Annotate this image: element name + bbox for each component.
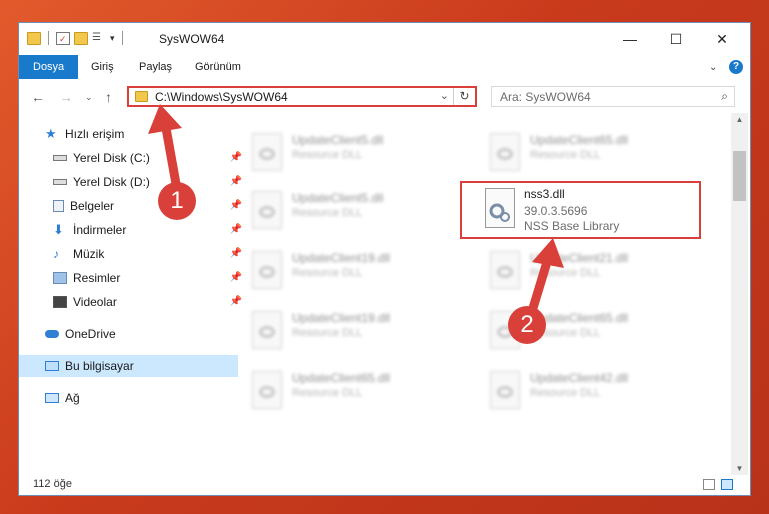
chevron-down-icon[interactable]: ▾ <box>110 33 115 44</box>
dll-file-icon <box>252 371 282 409</box>
search-input[interactable]: Ara: SysWOW64 <box>500 90 591 104</box>
sidebar-item-label: Yerel Disk (C:) <box>73 151 150 165</box>
file-highlight-box <box>460 181 701 239</box>
recent-locations-icon[interactable]: ⌄ <box>85 92 93 103</box>
sidebar-item-music[interactable]: ♪ Müzik 📌 <box>19 243 246 265</box>
sidebar-item-network[interactable]: Ağ <box>19 387 238 409</box>
list-item[interactable]: UpdateClient65.dll Resource DLL <box>482 129 702 181</box>
sidebar-item-disk-d[interactable]: Yerel Disk (D:) 📌 <box>19 171 246 193</box>
tab-file[interactable]: Dosya <box>19 55 79 79</box>
sidebar-item-label: Resimler <box>73 271 121 285</box>
close-button[interactable]: ✕ <box>699 23 745 55</box>
sidebar-item-label: Yerel Disk (D:) <box>73 175 150 189</box>
documents-icon <box>53 200 64 212</box>
help-icon: ? <box>729 60 743 74</box>
dll-file-icon <box>252 311 282 349</box>
chevron-down-icon: ⌄ <box>709 61 718 73</box>
folder-icon <box>27 31 41 45</box>
ribbon-expand[interactable]: ⌄ <box>709 59 717 75</box>
window-title: SysWOW64 <box>159 32 225 46</box>
sidebar-item-documents[interactable]: Belgeler 📌 <box>19 195 246 217</box>
dll-file-icon <box>490 133 520 171</box>
divider <box>48 31 49 45</box>
file-list: UpdateClient5.dll Resource DLL UpdateCli… <box>232 117 730 473</box>
scroll-up-icon[interactable]: ▲ <box>731 115 748 124</box>
properties-icon[interactable]: ✓ <box>56 31 70 45</box>
drive-icon <box>53 155 67 161</box>
minimize-button[interactable]: — <box>607 23 653 55</box>
dll-file-icon <box>252 251 282 289</box>
list-item[interactable]: UpdateClient21.dll Resource DLL <box>482 247 702 299</box>
list-item[interactable]: UpdateClient5.dll Resource DLL <box>244 187 464 239</box>
search-icon[interactable]: ⌕ <box>721 89 728 104</box>
list-item[interactable]: UpdateClient5.dll Resource DLL <box>244 129 464 181</box>
divider <box>121 31 123 45</box>
sidebar-item-quick-access[interactable]: ★ Hızlı erişim <box>19 123 238 145</box>
sidebar-item-label: Müzik <box>73 247 105 261</box>
dll-file-icon <box>490 371 520 409</box>
new-folder-icon[interactable] <box>74 31 88 45</box>
sidebar-item-onedrive[interactable]: OneDrive <box>19 323 238 345</box>
sidebar-item-label: Hızlı erişim <box>65 127 125 141</box>
drive-icon <box>53 179 67 185</box>
scroll-thumb[interactable] <box>733 151 746 201</box>
refresh-icon[interactable]: ↻ <box>453 88 475 105</box>
dll-file-icon <box>490 251 520 289</box>
step-badge-1: 1 <box>158 182 196 220</box>
step-badge-2: 2 <box>508 306 546 344</box>
forward-arrow-icon[interactable]: → <box>59 89 73 105</box>
back-arrow-icon[interactable]: ← <box>31 89 45 105</box>
address-path[interactable]: C:\Windows\SysWOW64 <box>155 90 288 104</box>
vertical-scrollbar[interactable]: ▲ ▼ <box>731 113 748 475</box>
explorer-window: ✓ ☰ ▾ SysWOW64 — ☐ ✕ Dosya Giriş Paylaş … <box>18 22 751 496</box>
list-item[interactable]: UpdateClient65.dll Resource DLL <box>244 367 464 419</box>
list-item[interactable]: UpdateClient42.dll Resource DLL <box>482 367 702 419</box>
up-arrow-icon[interactable]: ↑ <box>105 89 112 105</box>
details-view-icon[interactable] <box>703 479 715 490</box>
status-bar: 112 öğe <box>19 475 750 495</box>
sidebar-item-label: İndirmeler <box>73 223 127 237</box>
sidebar-item-label: Ağ <box>65 391 80 405</box>
help-button[interactable]: ? <box>729 59 743 75</box>
sidebar-item-label: Belgeler <box>70 199 115 213</box>
videos-icon <box>53 296 67 308</box>
sidebar-item-label: OneDrive <box>65 327 116 341</box>
item-count: 112 öğe <box>33 478 72 490</box>
dll-file-icon <box>252 133 282 171</box>
customize-icon[interactable]: ☰ <box>92 32 106 45</box>
list-item[interactable]: UpdateClient19.dll Resource DLL <box>244 307 464 359</box>
address-dropdown-icon[interactable]: ⌄ <box>440 89 449 102</box>
ribbon-tabs: Dosya Giriş Paylaş Görünüm ⌄ ? <box>19 55 750 79</box>
pictures-icon <box>53 272 67 284</box>
music-icon: ♪ <box>53 247 59 261</box>
tab-share[interactable]: Paylaş <box>129 55 182 79</box>
tab-view[interactable]: Görünüm <box>185 55 251 79</box>
address-bar[interactable]: C:\Windows\SysWOW64 ⌄ ↻ <box>127 86 477 107</box>
sidebar-item-this-pc[interactable]: Bu bilgisayar <box>19 355 238 377</box>
list-item[interactable]: UpdateClient19.dll Resource DLL <box>244 247 464 299</box>
navigation-bar: ← → ⌄ ↑ C:\Windows\SysWOW64 ⌄ ↻ Ara: Sys… <box>19 81 750 113</box>
cloud-icon <box>45 330 59 338</box>
dll-file-icon <box>252 191 282 229</box>
sidebar-item-downloads[interactable]: ⬇ İndirmeler 📌 <box>19 219 246 241</box>
network-icon <box>45 393 59 403</box>
title-bar: ✓ ☰ ▾ SysWOW64 — ☐ ✕ <box>19 23 750 55</box>
sidebar-item-videos[interactable]: Videolar 📌 <box>19 291 246 313</box>
sidebar-item-disk-c[interactable]: Yerel Disk (C:) 📌 <box>19 147 246 169</box>
quick-access-toolbar: ✓ ☰ ▾ <box>27 31 126 45</box>
navigation-pane: ★ Hızlı erişim Yerel Disk (C:) 📌 Yerel D… <box>19 117 242 473</box>
download-icon: ⬇ <box>53 222 64 237</box>
computer-icon <box>45 361 59 371</box>
search-box[interactable]: Ara: SysWOW64 ⌕ <box>491 86 735 107</box>
star-icon: ★ <box>45 126 57 141</box>
tab-home[interactable]: Giriş <box>81 55 124 79</box>
maximize-button[interactable]: ☐ <box>653 23 699 55</box>
sidebar-item-label: Bu bilgisayar <box>65 359 134 373</box>
folder-icon <box>135 91 148 102</box>
scroll-down-icon[interactable]: ▼ <box>731 464 748 473</box>
sidebar-item-label: Videolar <box>73 295 117 309</box>
tiles-view-icon[interactable] <box>721 479 733 490</box>
sidebar-item-pictures[interactable]: Resimler 📌 <box>19 267 246 289</box>
